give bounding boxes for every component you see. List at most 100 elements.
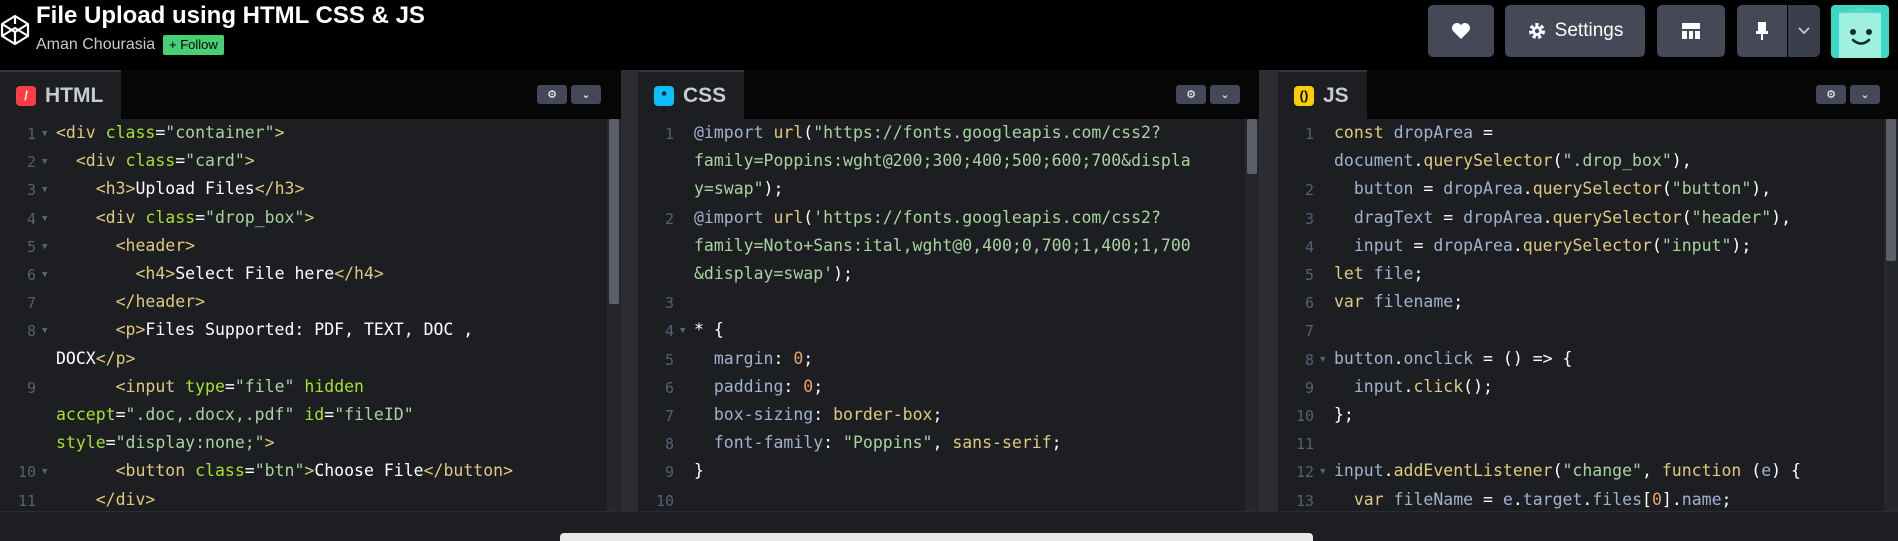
panel-resizer[interactable]	[621, 70, 638, 511]
code-token: files	[1592, 489, 1643, 509]
code-token: type	[185, 376, 225, 396]
chevron-down-icon	[1798, 27, 1810, 35]
fold-arrow-icon[interactable]: ▼	[42, 242, 47, 252]
js-scroll-thumb[interactable]	[1886, 119, 1896, 261]
code-line: button.onclick = () => {	[1334, 349, 1572, 368]
avatar[interactable]	[1831, 5, 1889, 58]
tab-js[interactable]: () JS	[1278, 70, 1367, 119]
html-panel-controls: ⚙ ⌄	[537, 85, 601, 104]
code-line: const dropArea =	[1334, 123, 1493, 142]
html-scrollbar[interactable]	[607, 119, 621, 511]
chevron-down-icon: ⌄	[581, 89, 591, 101]
fold-arrow-icon[interactable]: ▼	[42, 157, 47, 167]
fold-arrow-icon[interactable]: ▼	[42, 467, 47, 477]
panel-resizer[interactable]	[1259, 70, 1278, 511]
layout-icon	[1682, 23, 1700, 39]
line-number: 10	[1295, 407, 1314, 425]
code-token: border-box	[833, 405, 933, 424]
css-collapse-button[interactable]: ⌄	[1210, 85, 1240, 104]
code-line: <div class="container">	[56, 123, 285, 142]
code-token: ;	[1051, 433, 1062, 453]
tab-html[interactable]: / HTML	[0, 70, 122, 119]
fold-arrow-icon[interactable]: ▼	[42, 214, 47, 224]
code-line: <div class="card">	[56, 151, 255, 170]
code-token: Select File here	[175, 264, 335, 283]
code-token: .	[1393, 348, 1404, 368]
code-token: margin	[713, 348, 774, 368]
code-line: var filename;	[1334, 292, 1463, 311]
like-button[interactable]	[1428, 5, 1494, 57]
line-number: 9	[1304, 378, 1314, 397]
line-number: 8	[26, 322, 36, 341]
html-collapse-button[interactable]: ⌄	[571, 85, 601, 104]
codepen-logo-icon[interactable]	[0, 12, 30, 48]
code-line: <p>Files Supported: PDF, TEXT, DOC ,	[56, 320, 474, 340]
code-line: @import url('https://fonts.googleapis.co…	[694, 208, 1161, 227]
fold-arrow-icon[interactable]: ▼	[1320, 467, 1325, 477]
fold-arrow-icon[interactable]: ▼	[42, 185, 47, 195]
pin-menu-button[interactable]	[1788, 5, 1820, 57]
code-line: accept=".doc,.docx,.pdf" id="fileID"	[56, 405, 414, 424]
code-token: "display:none;"	[115, 433, 265, 453]
code-token: url	[773, 123, 804, 142]
pen-title[interactable]: File Upload using HTML CSS & JS	[36, 2, 425, 30]
code-token: >	[304, 207, 315, 227]
code-line: }	[694, 461, 704, 480]
pin-button[interactable]	[1737, 5, 1787, 57]
code-token: </header>	[115, 292, 206, 312]
html-code-area[interactable]: 1 ▼ <div class="container"> 2 ▼ <div class="…	[0, 119, 621, 511]
css-scroll-thumb[interactable]	[1247, 119, 1257, 174]
author-name[interactable]: Aman Chourasia	[36, 36, 155, 54]
code-token: target	[1522, 489, 1583, 509]
html-settings-button[interactable]: ⚙	[537, 85, 567, 104]
avatar-face-icon	[1831, 5, 1889, 58]
code-token: ;	[813, 376, 824, 396]
code-line: padding: 0;	[694, 377, 823, 396]
code-line: &display=swap');	[694, 264, 853, 283]
code-token: addEventListener	[1393, 461, 1553, 481]
css-panel-controls: ⚙ ⌄	[1176, 85, 1240, 104]
css-editor-panel: * CSS ⚙ ⌄ 1 @import url("https://fonts.go…	[638, 70, 1259, 511]
css-code-area[interactable]: 1 @import url("https://fonts.googleapis.c…	[638, 119, 1259, 511]
chevron-down-icon: ⌄	[1860, 89, 1870, 101]
html-scroll-thumb[interactable]	[609, 119, 619, 304]
code-line: * {	[694, 320, 724, 339]
js-collapse-button[interactable]: ⌄	[1850, 85, 1880, 104]
code-line: </header>	[56, 292, 205, 311]
code-token: Files Supported: PDF, TEXT, DOC ,	[145, 320, 474, 340]
line-number: 7	[26, 294, 36, 313]
tab-css[interactable]: * CSS	[638, 70, 745, 119]
css-settings-button[interactable]: ⚙	[1176, 85, 1206, 104]
code-token: ].	[1661, 489, 1682, 509]
code-line: family=Noto+Sans:ital,wght@0,400;0,700;1…	[694, 236, 1191, 255]
fold-arrow-icon[interactable]: ▼	[42, 270, 47, 280]
code-token: (	[1552, 151, 1563, 171]
line-number: 12	[1295, 463, 1314, 482]
js-scrollbar[interactable]	[1884, 119, 1898, 511]
fold-arrow-icon[interactable]: ▼	[42, 326, 47, 336]
code-token: @import	[694, 207, 774, 227]
code-token: y=swap"	[694, 179, 764, 199]
code-token: "fileID"	[334, 405, 414, 424]
css-scrollbar[interactable]	[1245, 119, 1259, 511]
fold-arrow-icon[interactable]: ▼	[42, 129, 47, 139]
code-token: <input	[115, 376, 186, 396]
gear-icon: ⚙	[1826, 89, 1836, 101]
settings-button[interactable]: Settings	[1505, 5, 1645, 57]
follow-button[interactable]: + Follow	[163, 35, 224, 55]
code-token: "Poppins"	[843, 433, 933, 453]
code-token: (	[1681, 207, 1692, 227]
js-settings-button[interactable]: ⚙	[1816, 85, 1846, 104]
code-token: </p>	[95, 348, 136, 368]
js-code-area[interactable]: 1 const dropArea = document.querySelector(…	[1278, 119, 1898, 511]
code-token: @import	[694, 123, 774, 142]
code-token: 0	[1651, 489, 1662, 509]
code-line: DOCX</p>	[56, 349, 136, 368]
fold-arrow-icon[interactable]: ▼	[1320, 355, 1325, 365]
code-token: ),	[1751, 179, 1772, 199]
fold-arrow-icon[interactable]: ▼	[680, 326, 685, 336]
change-view-button[interactable]	[1657, 5, 1725, 57]
code-line: <h3>Upload Files</h3>	[56, 179, 305, 198]
